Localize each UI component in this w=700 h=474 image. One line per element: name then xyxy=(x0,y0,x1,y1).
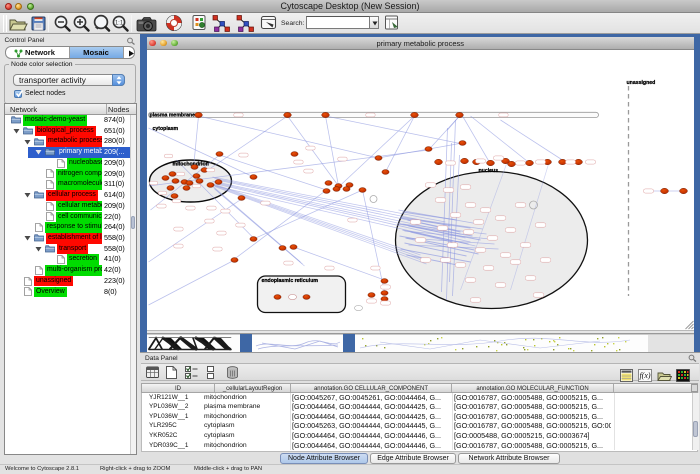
svg-text:cytoplasm: cytoplasm xyxy=(152,126,178,132)
svg-text:nucleus: nucleus xyxy=(478,168,498,174)
svg-text:plasma membrane: plasma membrane xyxy=(149,113,195,119)
svg-text:unassigned: unassigned xyxy=(626,80,655,86)
svg-text:endoplasmic reticulum: endoplasmic reticulum xyxy=(261,278,318,284)
svg-text:mitochondrion: mitochondrion xyxy=(172,162,208,168)
